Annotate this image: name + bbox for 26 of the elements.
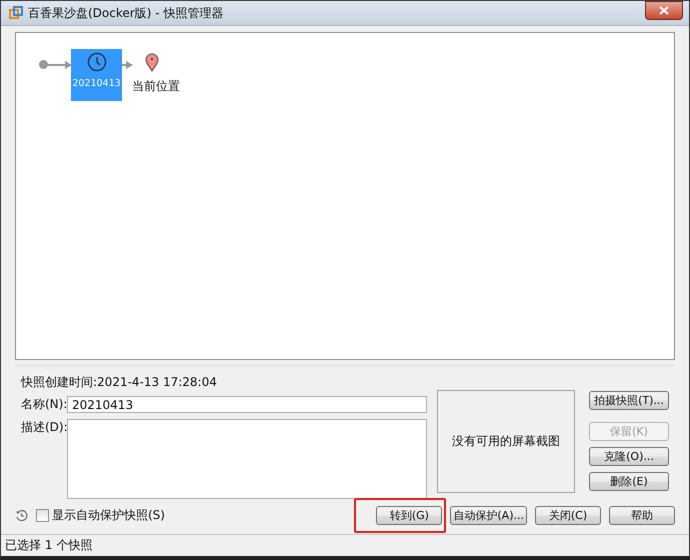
status-bar: 已选择 1 个快照: [1, 534, 689, 555]
clock-icon: [86, 52, 106, 72]
close-button[interactable]: [645, 1, 683, 20]
root-dot: [39, 60, 48, 69]
app-icon: [9, 6, 23, 20]
dialog-button[interactable]: 自动保护(A)...: [450, 506, 527, 524]
connector-arrow: [122, 60, 133, 70]
dialog-button[interactable]: 转到(G): [376, 506, 442, 524]
snapshot-action-button[interactable]: 拍摄快照(T)...: [589, 391, 669, 410]
location-pin-icon: [145, 53, 159, 72]
preview-message: 没有可用的屏幕截图: [452, 433, 560, 450]
creation-time-label: 快照创建时间:2021-4-13 17:28:04: [21, 374, 218, 391]
snapshot-action-button[interactable]: 删除(E): [589, 472, 669, 491]
snapshot-label: 20210413: [72, 78, 121, 89]
checkbox-label: 显示自动保护快照(S): [52, 506, 165, 524]
description-field[interactable]: [67, 419, 427, 499]
history-icon: [15, 508, 28, 522]
dialog-button[interactable]: 关闭(C): [535, 506, 601, 524]
name-field[interactable]: 20210413: [67, 396, 427, 413]
connector-arrow: [47, 60, 72, 70]
checkbox[interactable]: [36, 508, 49, 522]
dialog-button[interactable]: 帮助: [609, 506, 675, 524]
window-title: 百香果沙盘(Docker版) - 快照管理器: [28, 4, 224, 22]
snapshot-action-button[interactable]: 克隆(O)...: [589, 447, 669, 466]
current-position-label: 当前位置: [132, 78, 180, 95]
close-icon: [659, 6, 669, 15]
